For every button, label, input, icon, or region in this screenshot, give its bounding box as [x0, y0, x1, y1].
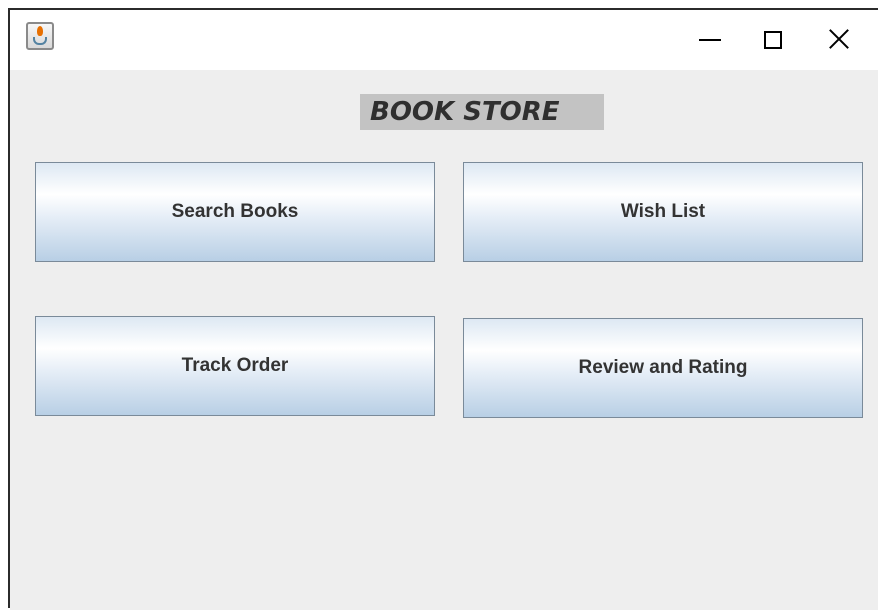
minimize-icon — [699, 39, 721, 41]
maximize-icon — [764, 31, 782, 49]
track-order-button[interactable]: Track Order — [35, 316, 435, 416]
coffee-cup-shape — [33, 37, 47, 45]
app-window: BOOK STORE Search Books Wish List Track … — [8, 8, 878, 610]
close-icon — [828, 28, 850, 50]
minimize-button[interactable] — [680, 10, 740, 70]
main-panel: BOOK STORE Search Books Wish List Track … — [10, 70, 878, 610]
search-books-button[interactable]: Search Books — [35, 162, 435, 262]
maximize-button[interactable] — [743, 10, 803, 70]
java-coffee-icon[interactable] — [26, 22, 54, 50]
review-and-rating-button[interactable]: Review and Rating — [463, 318, 863, 418]
coffee-steam-shape — [37, 26, 43, 36]
page-title: BOOK STORE — [360, 94, 604, 130]
title-bar[interactable] — [10, 10, 878, 70]
wish-list-button[interactable]: Wish List — [463, 162, 863, 262]
close-button[interactable] — [810, 10, 870, 70]
